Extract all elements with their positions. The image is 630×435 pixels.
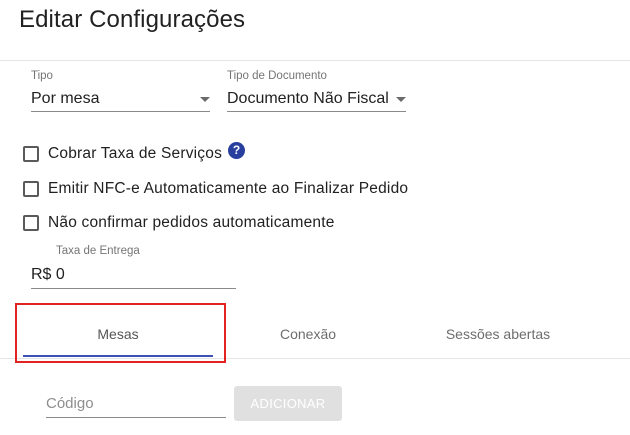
title-divider bbox=[0, 60, 630, 61]
settings-tabs: Mesas Conexão Sessões abertas bbox=[0, 310, 630, 359]
emitir-nfce-option[interactable]: Emitir NFC-e Automaticamente ao Finaliza… bbox=[23, 180, 408, 198]
dialog-title: Editar Configurações bbox=[19, 6, 246, 33]
cobrar-taxa-checkbox[interactable] bbox=[23, 146, 39, 162]
taxa-entrega-input[interactable]: R$ 0 bbox=[31, 262, 236, 289]
active-tab-indicator bbox=[23, 355, 213, 357]
taxa-entrega-value: R$ 0 bbox=[31, 266, 65, 283]
cobrar-taxa-option[interactable]: Cobrar Taxa de Serviços ? bbox=[23, 141, 246, 163]
tipo-documento-label: Tipo de Documento bbox=[227, 70, 327, 82]
chevron-down-icon bbox=[200, 96, 210, 102]
nao-confirmar-option[interactable]: Não confirmar pedidos automaticamente bbox=[23, 214, 335, 232]
tab-sessoes-abertas[interactable]: Sessões abertas bbox=[403, 310, 593, 357]
tab-conexao[interactable]: Conexão bbox=[213, 310, 403, 357]
tipo-value: Por mesa bbox=[31, 90, 100, 107]
nao-confirmar-checkbox[interactable] bbox=[23, 215, 39, 231]
tipo-label: Tipo bbox=[31, 70, 53, 82]
nao-confirmar-label: Não confirmar pedidos automaticamente bbox=[48, 214, 335, 231]
adicionar-button[interactable]: ADICIONAR bbox=[234, 386, 342, 421]
tipo-documento-select[interactable]: Documento Não Fiscal bbox=[227, 87, 406, 112]
codigo-input[interactable] bbox=[46, 395, 226, 412]
codigo-field[interactable] bbox=[46, 390, 226, 418]
tab-mesas[interactable]: Mesas bbox=[23, 310, 213, 357]
tipo-select[interactable]: Por mesa bbox=[31, 87, 210, 112]
edit-settings-dialog: Editar Configurações Tipo Por mesa Tipo … bbox=[0, 0, 630, 435]
emitir-nfce-checkbox[interactable] bbox=[23, 181, 39, 197]
question-circle-icon[interactable]: ? bbox=[228, 141, 246, 159]
taxa-entrega-label: Taxa de Entrega bbox=[56, 245, 140, 257]
emitir-nfce-label: Emitir NFC-e Automaticamente ao Finaliza… bbox=[48, 180, 409, 197]
cobrar-taxa-label: Cobrar Taxa de Serviços bbox=[48, 145, 223, 162]
chevron-down-icon bbox=[396, 96, 406, 102]
tipo-documento-value: Documento Não Fiscal bbox=[227, 90, 389, 107]
